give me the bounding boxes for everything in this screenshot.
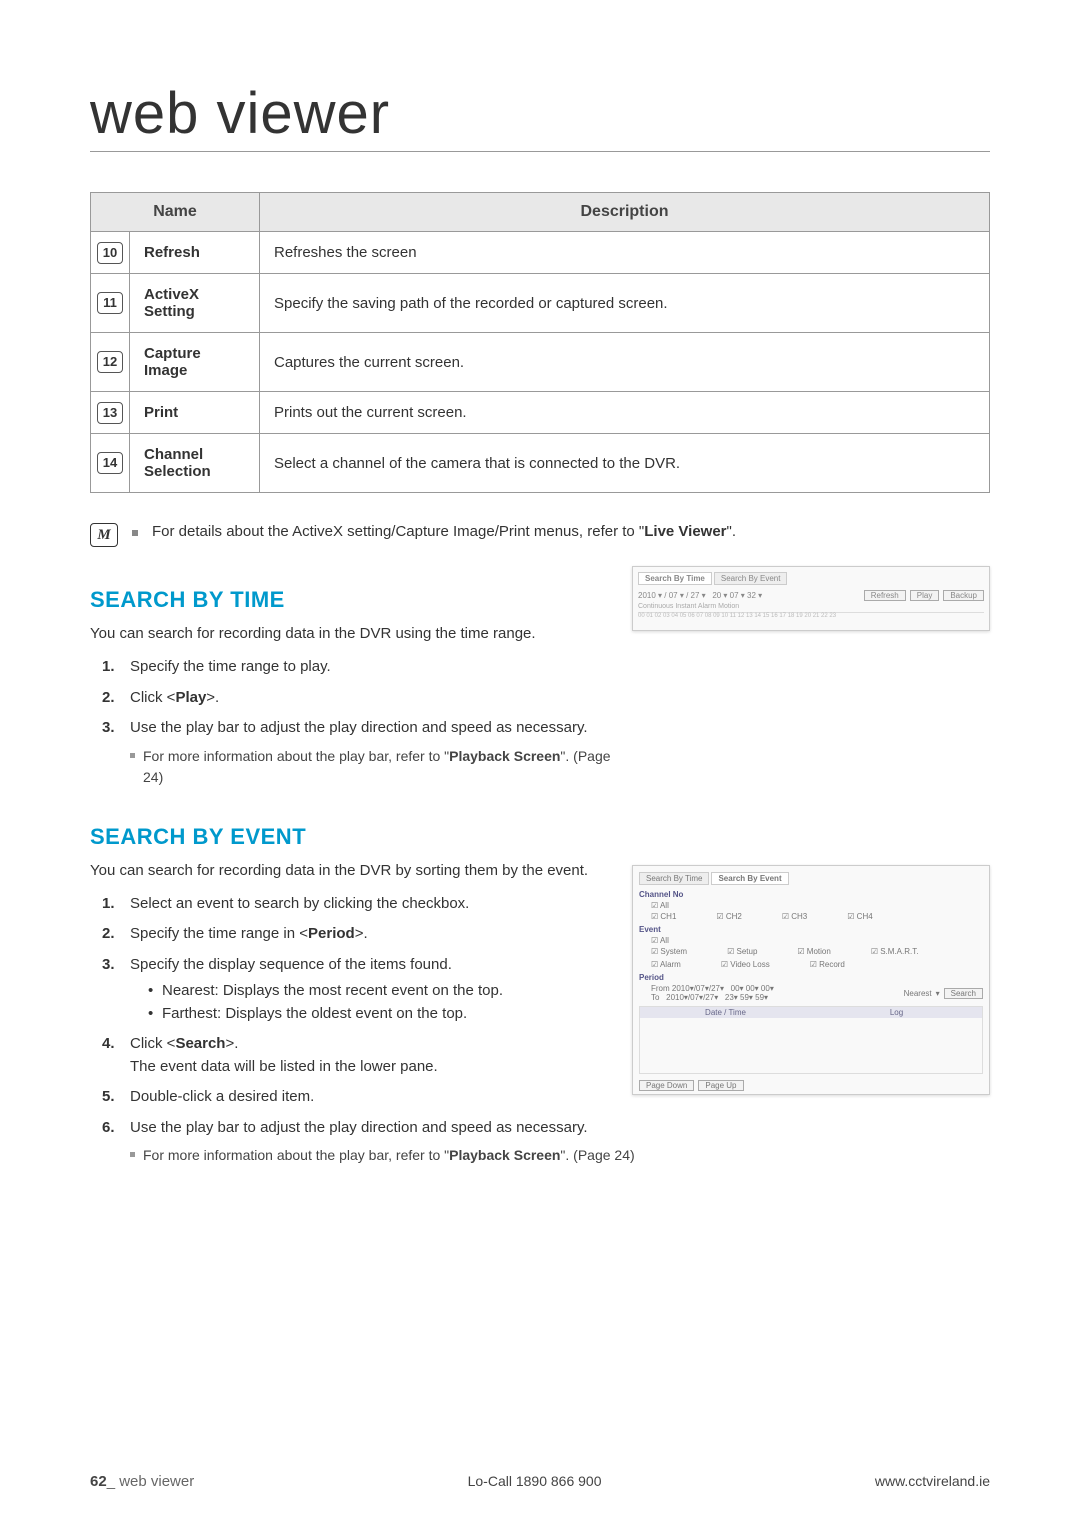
- page-up-button[interactable]: Page Up: [698, 1080, 743, 1091]
- tab-search-by-event[interactable]: Search By Event: [714, 572, 788, 585]
- checkbox-ch3[interactable]: ☑ CH3: [782, 912, 807, 921]
- bullet-icon: [130, 1152, 135, 1157]
- checkbox-alarm[interactable]: ☑ Alarm: [651, 960, 681, 969]
- description-table: Name Description 10 Refresh Refreshes th…: [90, 192, 990, 493]
- tab-search-by-time[interactable]: Search By Time: [638, 572, 712, 585]
- tab-search-by-time[interactable]: Search By Time: [639, 872, 709, 885]
- checkbox-ch2[interactable]: ☑ CH2: [716, 912, 741, 921]
- th-desc: Description: [260, 193, 990, 232]
- sub-note: For more information about the play bar,…: [130, 746, 612, 788]
- checkbox-motion[interactable]: ☑ Motion: [797, 947, 830, 956]
- row-number: 11: [97, 292, 123, 314]
- list-item: 2. Click <Play>.: [130, 687, 612, 710]
- page-title: web viewer: [90, 80, 990, 152]
- results-table: Date / Time Log: [639, 1006, 983, 1074]
- backup-button[interactable]: Backup: [943, 590, 984, 601]
- note-icon: M: [90, 523, 118, 547]
- checkbox-ch1[interactable]: ☑ CH1: [651, 912, 676, 921]
- list-item: 1. Specify the time range to play.: [130, 656, 612, 679]
- list-item: 4. Click <Search>. The event data will b…: [130, 1033, 663, 1078]
- row-number: 14: [97, 452, 123, 474]
- screenshot-search-by-time: Search By Time Search By Event 2010 ▾ / …: [632, 566, 990, 631]
- bullet-icon: [130, 753, 135, 758]
- row-desc: Select a channel of the camera that is c…: [260, 434, 990, 493]
- row-name: ActiveX Setting: [130, 274, 260, 333]
- checkbox-smart[interactable]: ☑ S.M.A.R.T.: [871, 947, 919, 956]
- label-event: Event: [639, 925, 983, 934]
- row-number: 10: [97, 242, 123, 264]
- page-footer: 62_ web viewer Lo-Call 1890 866 900 www.…: [90, 1473, 990, 1490]
- checkbox-setup[interactable]: ☑ Setup: [727, 947, 757, 956]
- page-number: 62: [90, 1473, 107, 1490]
- search-button[interactable]: Search: [944, 988, 983, 999]
- row-number: 12: [97, 351, 123, 373]
- table-row: 13 Print Prints out the current screen.: [91, 392, 990, 434]
- bullet-icon: [132, 530, 138, 536]
- row-number: 13: [97, 402, 123, 424]
- table-row: 11 ActiveX Setting Specify the saving pa…: [91, 274, 990, 333]
- list-item: 3. Use the play bar to adjust the play d…: [130, 717, 612, 788]
- footer-phone: Lo-Call 1890 866 900: [468, 1473, 602, 1489]
- table-row: 10 Refresh Refreshes the screen: [91, 232, 990, 274]
- refresh-button[interactable]: Refresh: [864, 590, 906, 601]
- section-title-event: SEARCH BY EVENT: [90, 824, 990, 850]
- legend: Continuous Instant Alarm Motion: [638, 603, 984, 610]
- list-item: 1. Select an event to search by clicking…: [130, 893, 663, 916]
- screenshot-search-by-event: Search By Time Search By Event Channel N…: [632, 865, 990, 1095]
- list-item: Farthest: Displays the oldest event on t…: [148, 1003, 663, 1026]
- row-name: Refresh: [130, 232, 260, 274]
- row-desc: Refreshes the screen: [260, 232, 990, 274]
- th-date: Date / Time: [640, 1007, 811, 1018]
- label-period: Period: [639, 973, 983, 982]
- row-name: Print: [130, 392, 260, 434]
- footer-label: _ web viewer: [107, 1473, 195, 1490]
- checkbox-ch4[interactable]: ☑ CH4: [847, 912, 872, 921]
- sort-select[interactable]: Nearest: [904, 989, 932, 998]
- row-desc: Captures the current screen.: [260, 333, 990, 392]
- th-name: Name: [91, 193, 260, 232]
- list-item: Nearest: Displays the most recent event …: [148, 980, 663, 1003]
- checkbox-system[interactable]: ☑ System: [651, 947, 687, 956]
- footer-url: www.cctvireland.ie: [875, 1473, 990, 1489]
- row-desc: Specify the saving path of the recorded …: [260, 274, 990, 333]
- table-row: 12 Capture Image Captures the current sc…: [91, 333, 990, 392]
- play-button[interactable]: Play: [910, 590, 940, 601]
- list-item: 2. Specify the time range in <Period>.: [130, 923, 663, 946]
- note-text: For details about the ActiveX setting/Ca…: [152, 523, 736, 540]
- note-activex: M For details about the ActiveX setting/…: [90, 523, 990, 547]
- page-down-button[interactable]: Page Down: [639, 1080, 694, 1091]
- checkbox-videoloss[interactable]: ☑ Video Loss: [721, 960, 770, 969]
- th-log: Log: [811, 1007, 982, 1018]
- table-row: 14 Channel Selection Select a channel of…: [91, 434, 990, 493]
- label-channel-no: Channel No: [639, 890, 983, 899]
- row-name: Channel Selection: [130, 434, 260, 493]
- row-desc: Prints out the current screen.: [260, 392, 990, 434]
- tab-search-by-event[interactable]: Search By Event: [711, 872, 788, 885]
- sub-note: For more information about the play bar,…: [130, 1145, 990, 1166]
- checkbox-record[interactable]: ☑ Record: [810, 960, 845, 969]
- list-item: 6. Use the play bar to adjust the play d…: [130, 1117, 990, 1167]
- step-list: 1. Specify the time range to play. 2. Cl…: [90, 656, 612, 788]
- row-name: Capture Image: [130, 333, 260, 392]
- list-item: 3. Specify the display sequence of the i…: [130, 954, 663, 1026]
